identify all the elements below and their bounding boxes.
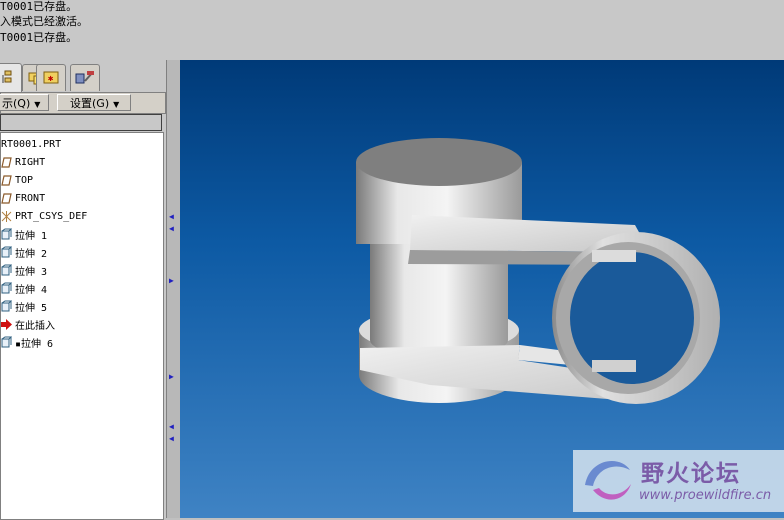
message-line: T0001已存盘。 [0, 31, 78, 44]
datum-plane-icon [1, 174, 12, 186]
forum-logo-icon [585, 461, 631, 500]
show-menu-label: 示(Q) [2, 97, 31, 110]
chevron-down-icon: ▼ [34, 100, 41, 109]
datum-plane-icon [1, 156, 12, 168]
expand-right-icon[interactable]: ▶ [169, 276, 174, 285]
graphics-viewport[interactable]: 野火论坛 www.proewildfire.cn [180, 60, 784, 518]
show-menu-button[interactable]: 示(Q) ▼ [0, 94, 49, 111]
tree-item-insert-here[interactable]: 在此插入 [1, 315, 55, 333]
expand-right-icon[interactable]: ▶ [169, 372, 174, 381]
tree-item-label: 在此插入 [15, 320, 55, 332]
tree-item-extrude-2[interactable]: 拉伸 2 [1, 243, 47, 261]
extrude-icon [1, 228, 12, 240]
tab-connections[interactable] [70, 64, 100, 91]
settings-menu-button[interactable]: 设置(G) ▼ [57, 94, 131, 111]
tree-item-extrude-1[interactable]: 拉伸 1 [1, 225, 47, 243]
tab-model-tree[interactable] [0, 63, 22, 92]
tree-item-label: PRT_CSYS_DEF [15, 210, 88, 222]
message-line: T0001已存盘。 [0, 0, 78, 13]
navigator-tabs: ✱ [0, 63, 166, 92]
collapse-left-icon[interactable]: ◀ [169, 434, 174, 443]
collapse-left-icon[interactable]: ◀ [169, 422, 174, 431]
message-line: 入模式已经激活。 [0, 15, 88, 28]
tree-item-extrude-3[interactable]: 拉伸 3 [1, 261, 47, 279]
extrude-icon [1, 282, 12, 294]
extrude-icon [1, 300, 12, 312]
panel-splitter[interactable]: ◀ ◀ ▶ ▶ ◀ ◀ [166, 60, 181, 518]
tree-item-label: 拉伸 4 [15, 284, 48, 296]
extrude-icon [1, 246, 12, 258]
collapse-left-icon[interactable]: ◀ [169, 224, 174, 233]
tree-item-front[interactable]: FRONT [1, 189, 45, 207]
message-area: T0001已存盘。 入模式已经激活。 T0001已存盘。 [0, 0, 784, 60]
watermark-title: 野火论坛 [641, 461, 741, 487]
tree-item-label: RT0001.PRT [1, 138, 62, 150]
chevron-down-icon: ▼ [113, 100, 120, 109]
watermark-url: www.proewildfire.cn [639, 488, 772, 503]
tree-item-extrude-4[interactable]: 拉伸 4 [1, 279, 47, 297]
tree-item-label: 拉伸 5 [15, 302, 48, 314]
watermark: 野火论坛 www.proewildfire.cn [573, 450, 784, 512]
tree-item-label: 拉伸 2 [15, 248, 48, 260]
datum-plane-icon [1, 192, 12, 204]
tree-menu-bar: 示(Q) ▼ 设置(G) ▼ [0, 92, 166, 114]
tree-item-extrude-6[interactable]: ▪拉伸 6 [1, 333, 53, 351]
tree-item-label: TOP [15, 174, 34, 186]
extrude-icon [1, 336, 12, 348]
tree-item-extrude-5[interactable]: 拉伸 5 [1, 297, 47, 315]
tree-item-top[interactable]: TOP [1, 171, 33, 189]
model-tree: RT0001.PRT RIGHT TOP FRONT PRT_CSYS_DEF … [0, 132, 164, 520]
tree-item-right[interactable]: RIGHT [1, 153, 45, 171]
tree-item-label: ▪拉伸 6 [15, 338, 54, 350]
tab-favorites[interactable]: ✱ [36, 64, 66, 91]
collapse-left-icon[interactable]: ◀ [169, 212, 174, 221]
connections-icon [75, 69, 95, 88]
tree-filter-field[interactable] [0, 114, 162, 131]
extrude-icon [1, 264, 12, 276]
navigator-panel: ✱ 示(Q) ▼ 设置(G) ▼ RT0001.PRT RIGHT TOP FR… [0, 60, 166, 520]
tree-item-label: FRONT [15, 192, 46, 204]
insert-here-arrow-icon [1, 318, 12, 330]
coordinate-system-icon [1, 210, 12, 222]
tree-item-label: 拉伸 3 [15, 266, 48, 278]
tree-item-label: RIGHT [15, 156, 46, 168]
svg-text:✱: ✱ [48, 74, 54, 84]
settings-menu-label: 设置(G) [70, 97, 110, 110]
tree-item-csys[interactable]: PRT_CSYS_DEF [1, 207, 87, 225]
model-tree-icon [0, 70, 14, 87]
tree-item-part[interactable]: RT0001.PRT [1, 135, 61, 153]
favorites-icon: ✱ [42, 69, 60, 88]
tree-item-label: 拉伸 1 [15, 230, 48, 242]
